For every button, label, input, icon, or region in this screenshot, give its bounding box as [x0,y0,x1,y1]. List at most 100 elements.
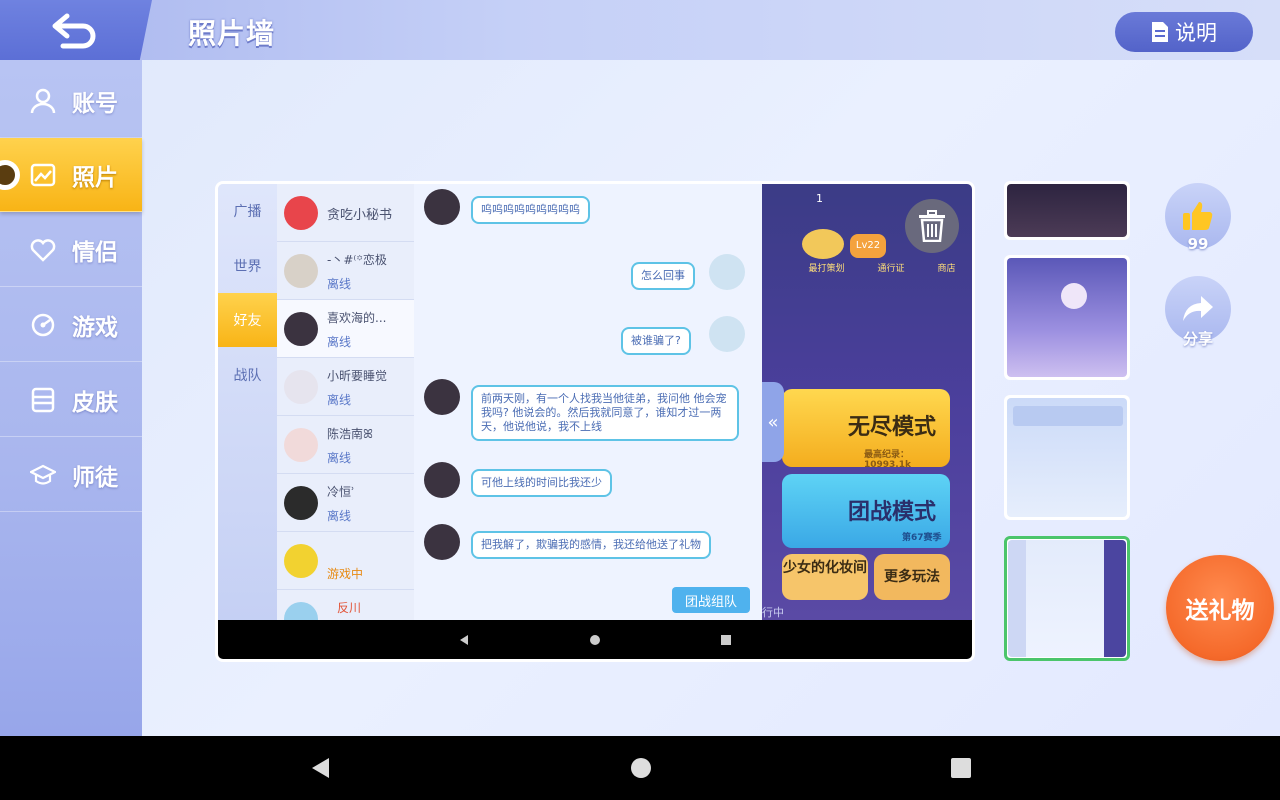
message-bubble: 把我解了，欺骗我的感情，我还给他送了礼物 [471,531,711,559]
system-nav-bar [0,736,1280,800]
avatar [284,428,318,462]
sidebar-item-game[interactable]: 游戏 [0,288,142,362]
send-gift-button[interactable]: 送礼物 [1166,555,1274,661]
page-title: 照片墙 [188,17,276,50]
sidebar-item-mentor[interactable]: 师徒 [0,438,142,512]
avatar [284,196,318,230]
sidebar-item-label: 账号 [72,90,118,117]
message-bubble: 前两天刚，有一个人找我当他徒弟，我问他 他会宠我吗? 他说会的。然后我就同意了，… [471,385,739,441]
endless-mode-record: 最高纪录：10993.1k [864,450,911,470]
graduation-icon [30,464,56,485]
contact-name: 反川 [337,601,362,615]
skin-icon [31,387,55,412]
chat-panel: 呜呜呜呜呜呜呜呜呜 怎么回事 被谁骗了? 前两天刚，有一个人找我当他徒弟，我问他… [414,184,762,620]
thumbs-up-icon [1183,202,1213,230]
photo-screenshot: 广播 世界 好友 战队 贪吃小秘书 -丶#⁽꙳恋极 离线 喜欢海的... 离线 … [218,184,972,659]
message-bubble: 可他上线的时间比我还少 [471,469,612,497]
thumbnail-image [1007,398,1127,517]
coin-count: 1 [816,192,823,205]
contact-status: 游戏中 [327,567,364,581]
contact-name: 贪吃小秘书 [327,208,393,223]
back-button[interactable] [0,0,152,60]
list-item: 冷恒ʾ 离线 [277,474,414,532]
message-bubble: 怎么回事 [631,262,695,290]
photo-nav-bar [218,620,972,659]
like-count: 99 [1187,235,1209,253]
contact-name: 陈浩南ꕤ [327,427,373,441]
contact-list: 贪吃小秘书 -丶#⁽꙳恋极 离线 喜欢海的... 离线 小昕要睡觉 离线 陈浩南… [277,184,414,620]
person-icon [30,88,56,113]
list-item: 小昕要睡觉 离线 [277,358,414,416]
sidebar-item-account[interactable]: 账号 [0,64,142,138]
sidebar-item-label: 照片 [72,164,118,191]
endless-mode-card: 无尽模式 最高纪录：10993.1k [782,389,950,470]
photo-thumbnail[interactable] [1004,395,1130,520]
sidebar-item-label: 游戏 [72,314,118,341]
game-menu-item: 商店 [937,264,956,274]
contact-name: 冷恒ʾ [327,485,355,499]
list-item: 喜欢海的... 离线 [277,300,414,358]
contact-status: 离线 [327,277,352,291]
back-triangle-icon [459,634,468,645]
thumbnail-image [1007,258,1127,377]
photo-thumbnail[interactable] [1004,181,1130,240]
photo-viewer[interactable]: 广播 世界 好友 战队 贪吃小秘书 -丶#⁽꙳恋极 离线 喜欢海的... 离线 … [215,181,975,662]
chat-tabs: 广播 世界 好友 战队 [218,184,277,620]
sidebar-item-label: 情侣 [72,239,118,266]
contact-status: 离线 [327,451,352,465]
dressing-room-card: 少女的化妆间 [782,554,868,600]
thumbnail-block [1008,540,1026,657]
collapse-icon: « [762,382,784,462]
list-item: 贪吃小秘书 [277,184,414,242]
sidebar-item-couple[interactable]: 情侣 [0,213,142,287]
game-menu-icon [802,229,844,259]
team-up-button: 团战组队 [672,587,750,613]
sidebar-item-skin[interactable]: 皮肤 [0,363,142,437]
thumbnail-block [1013,406,1123,426]
share-arrow-icon [1183,296,1213,321]
tab-broadcast: 广播 [233,204,262,220]
home-circle-icon [589,634,600,645]
avatar [284,486,318,520]
avatar [709,254,745,290]
sidebar-item-label: 皮肤 [72,389,118,416]
contact-status: 离线 [327,393,352,407]
photo-thumbnail[interactable] [1004,255,1130,380]
recents-square-icon [721,634,732,645]
system-back-icon[interactable] [309,756,333,780]
tab-friends: 好友 [218,293,277,347]
avatar [284,370,318,404]
tab-world: 世界 [233,259,262,275]
app: 照片墙 说明 账号 照片 情侣 游戏 皮肤 师徒 广播 世界 好友 战队 贪吃小… [0,0,1280,736]
team-battle-card: 团战模式 第67赛季 [782,474,950,548]
avatar [284,544,318,578]
avatar [284,312,318,346]
game-menu-item: 最打策划 [808,264,845,274]
photo-thumbnail-selected[interactable] [1004,536,1130,661]
avatar [284,602,318,620]
help-button[interactable]: 说明 [1115,12,1253,52]
thumbnail-block [1104,540,1126,657]
team-battle-season: 第67赛季 [902,533,942,543]
list-item: -丶#⁽꙳恋极 离线 [277,242,414,300]
system-recents-icon[interactable] [949,756,973,780]
active-indicator [0,160,20,190]
share-label: 分享 [1182,330,1213,348]
delete-button[interactable] [905,199,959,253]
game-footer-text: 行中 [762,606,784,619]
contact-name: -丶#⁽꙳恋极 [327,253,387,267]
game-menu-item: 通行证 [877,264,905,274]
game-icon [31,313,55,336]
level-badge: Lv22 [850,234,886,258]
sidebar-item-photo[interactable]: 照片 [0,138,142,212]
avatar [424,189,460,225]
game-menu: 最打策划 通行证 商店 [792,261,972,274]
thumbnail-image [1008,540,1126,657]
avatar [709,316,745,352]
thumbnail-image [1007,184,1127,237]
system-home-icon[interactable] [629,756,653,780]
message-bubble: 呜呜呜呜呜呜呜呜呜 [471,196,590,224]
trash-icon [919,210,945,242]
photo-icon [30,163,56,186]
contact-name: 喜欢海的... [327,311,387,325]
